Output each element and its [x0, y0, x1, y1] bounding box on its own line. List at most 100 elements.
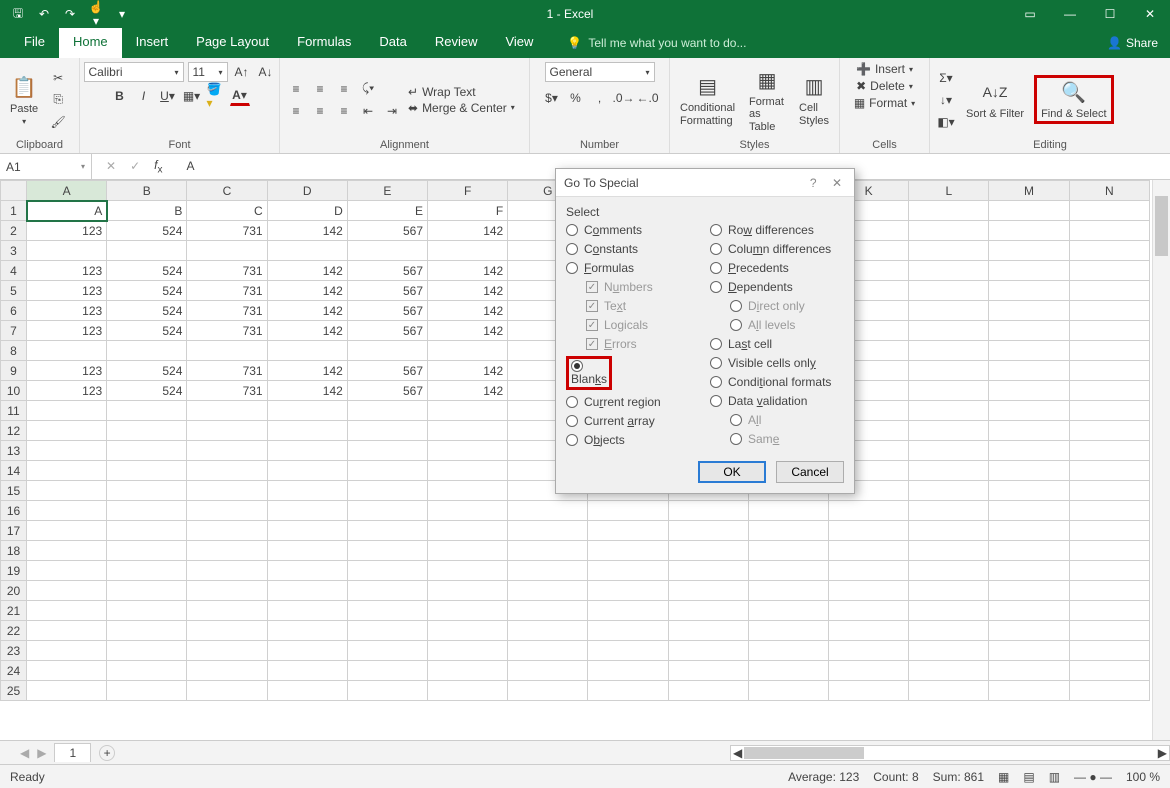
tab-page-layout[interactable]: Page Layout [182, 28, 283, 58]
cell[interactable] [347, 501, 427, 521]
cell[interactable] [668, 521, 748, 541]
cell[interactable] [829, 621, 909, 641]
cell[interactable] [909, 221, 989, 241]
cell[interactable] [989, 381, 1069, 401]
cell[interactable] [428, 681, 508, 701]
column-header[interactable]: A [27, 181, 107, 201]
cell[interactable] [187, 501, 267, 521]
cell[interactable] [1069, 281, 1149, 301]
cell[interactable] [909, 681, 989, 701]
cell[interactable] [829, 581, 909, 601]
cell[interactable] [748, 641, 828, 661]
cell[interactable] [1069, 381, 1149, 401]
cell[interactable] [1069, 421, 1149, 441]
cell[interactable] [909, 441, 989, 461]
percent-format-icon[interactable]: % [566, 88, 586, 108]
cell[interactable] [107, 501, 187, 521]
cell[interactable] [909, 661, 989, 681]
cell[interactable] [989, 201, 1069, 221]
cell[interactable] [347, 641, 427, 661]
cell[interactable] [588, 601, 668, 621]
cell[interactable] [909, 321, 989, 341]
cell[interactable]: 524 [107, 321, 187, 341]
decrease-decimal-icon[interactable]: ←.0 [638, 88, 658, 108]
tab-file[interactable]: File [10, 28, 59, 58]
cell[interactable] [989, 641, 1069, 661]
cell[interactable] [27, 481, 107, 501]
cell[interactable] [27, 541, 107, 561]
cell[interactable] [989, 581, 1069, 601]
sheet-nav-next-icon[interactable]: ▶ [37, 746, 46, 760]
cell[interactable] [829, 661, 909, 681]
cell[interactable] [909, 461, 989, 481]
cell[interactable] [187, 661, 267, 681]
cell[interactable]: D [267, 201, 347, 221]
align-right-icon[interactable]: ≡ [334, 101, 354, 121]
cell[interactable] [267, 441, 347, 461]
row-header[interactable]: 1 [1, 201, 27, 221]
cell[interactable] [347, 681, 427, 701]
row-header[interactable]: 5 [1, 281, 27, 301]
cell[interactable] [107, 461, 187, 481]
cell[interactable] [428, 461, 508, 481]
tab-insert[interactable]: Insert [122, 28, 183, 58]
cell[interactable] [748, 581, 828, 601]
cell[interactable] [909, 341, 989, 361]
cell[interactable] [107, 621, 187, 641]
cell[interactable] [668, 501, 748, 521]
cell[interactable]: 123 [27, 221, 107, 241]
autosum-icon[interactable]: Σ▾ [936, 68, 956, 88]
cell[interactable] [1069, 401, 1149, 421]
cell[interactable] [267, 461, 347, 481]
cell[interactable] [267, 521, 347, 541]
cell[interactable]: 567 [347, 361, 427, 381]
cell[interactable] [428, 561, 508, 581]
cell[interactable] [27, 441, 107, 461]
option-current-array[interactable]: Current array [566, 414, 700, 428]
touch-mode-icon[interactable]: ☝▾ [88, 0, 104, 28]
cell[interactable] [187, 641, 267, 661]
tab-review[interactable]: Review [421, 28, 492, 58]
cell[interactable]: 524 [107, 381, 187, 401]
align-middle-icon[interactable]: ≡ [310, 79, 330, 99]
row-header[interactable]: 18 [1, 541, 27, 561]
option-precedents[interactable]: Precedents [710, 261, 844, 275]
cell[interactable] [989, 601, 1069, 621]
cell[interactable] [107, 681, 187, 701]
cell[interactable] [1069, 261, 1149, 281]
cell[interactable]: 142 [267, 261, 347, 281]
cell[interactable] [748, 681, 828, 701]
cell[interactable]: 524 [107, 261, 187, 281]
column-header[interactable]: D [267, 181, 347, 201]
cell[interactable] [428, 601, 508, 621]
cell[interactable] [989, 541, 1069, 561]
cell[interactable] [187, 401, 267, 421]
cut-icon[interactable]: ✂ [48, 68, 68, 88]
cell[interactable] [267, 421, 347, 441]
cancel-entry-icon[interactable]: ✕ [106, 159, 116, 173]
font-color-button[interactable]: A▾ [230, 86, 250, 106]
cell[interactable] [989, 421, 1069, 441]
cell[interactable] [107, 421, 187, 441]
cell[interactable] [668, 601, 748, 621]
cell[interactable] [428, 581, 508, 601]
cell[interactable]: 142 [428, 301, 508, 321]
column-header[interactable]: L [909, 181, 989, 201]
cell[interactable] [347, 621, 427, 641]
row-header[interactable]: 6 [1, 301, 27, 321]
decrease-font-icon[interactable]: A↓ [256, 62, 276, 82]
row-header[interactable]: 3 [1, 241, 27, 261]
cell[interactable] [1069, 661, 1149, 681]
close-button[interactable]: ✕ [1130, 0, 1170, 28]
cell[interactable] [989, 221, 1069, 241]
cell[interactable] [909, 641, 989, 661]
row-header[interactable]: 14 [1, 461, 27, 481]
cell[interactable] [909, 241, 989, 261]
cell[interactable]: 142 [267, 381, 347, 401]
column-header[interactable]: F [428, 181, 508, 201]
cell[interactable]: 567 [347, 321, 427, 341]
cell[interactable] [187, 541, 267, 561]
cell[interactable] [668, 661, 748, 681]
column-header[interactable]: N [1069, 181, 1149, 201]
cell[interactable] [909, 381, 989, 401]
